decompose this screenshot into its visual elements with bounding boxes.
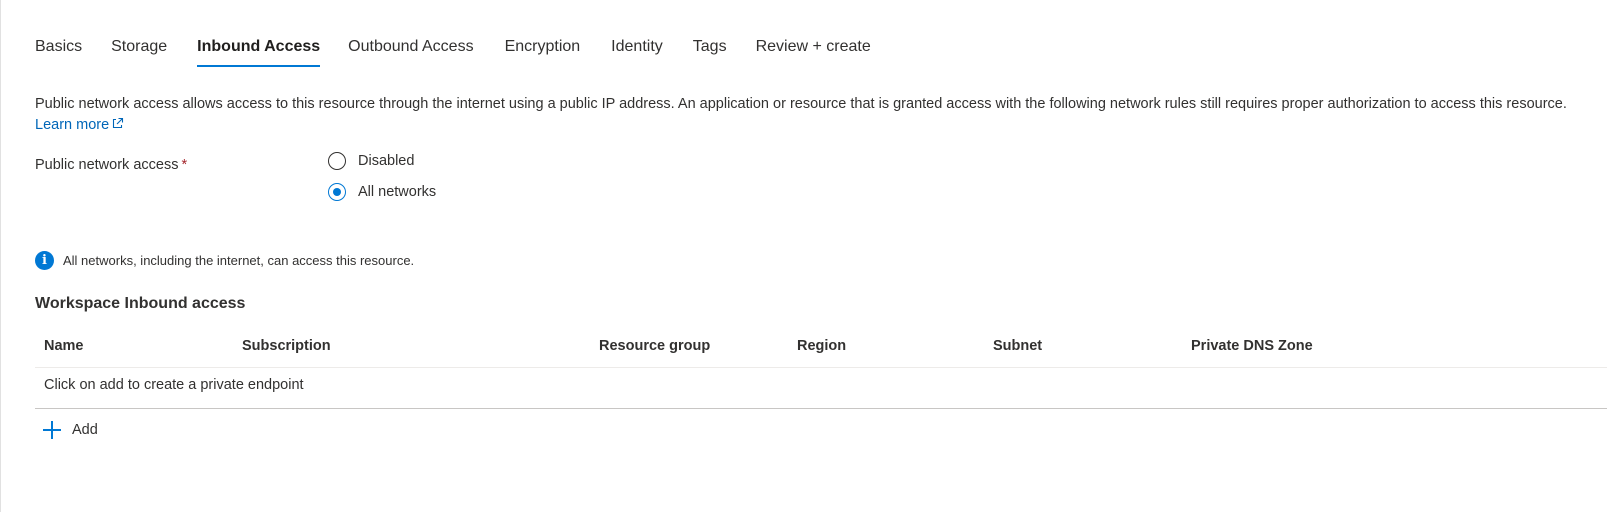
radio-option-all-networks[interactable]: All networks: [328, 181, 436, 203]
empty-row-text: Click on add to create a private endpoin…: [44, 377, 304, 393]
table-header: Name Subscription Resource group Region …: [35, 328, 1607, 368]
required-marker: *: [181, 157, 188, 173]
description: Public network access allows access to t…: [35, 94, 1595, 136]
column-header-region: Region: [797, 338, 847, 354]
section-title: Workspace Inbound access: [35, 295, 246, 312]
tab-label: Inbound Access: [197, 38, 321, 55]
info-text: All networks, including the internet, ca…: [63, 253, 415, 268]
add-button-label: Add: [72, 422, 98, 438]
info-icon: i: [35, 251, 54, 270]
tab-label: Outbound Access: [348, 38, 474, 55]
page: Basics Storage Inbound Access Outbound A…: [0, 0, 1607, 512]
tab-label: Tags: [692, 38, 727, 55]
column-header-subscription: Subscription: [242, 338, 331, 354]
radio-option-disabled[interactable]: Disabled: [328, 150, 436, 172]
tab-label: Storage: [111, 38, 168, 55]
column-header-resource-group: Resource group: [599, 338, 711, 354]
column-header-name: Name: [44, 338, 84, 354]
description-text: Public network access allows access to t…: [35, 96, 1567, 112]
column-header-subnet: Subnet: [993, 338, 1043, 354]
info-message: i All networks, including the internet, …: [35, 251, 414, 270]
tab-encryption[interactable]: Encryption: [505, 36, 581, 68]
learn-more-label: Learn more: [35, 117, 110, 133]
radio-button-disabled[interactable]: [328, 152, 346, 170]
tab-label: Identity: [611, 38, 663, 55]
tab-bar: Basics Storage Inbound Access Outbound A…: [35, 36, 871, 68]
tab-basics[interactable]: Basics: [35, 36, 82, 68]
radio-label-disabled: Disabled: [358, 153, 415, 169]
tab-review-create[interactable]: Review + create: [756, 36, 871, 68]
learn-more-link[interactable]: Learn more: [35, 117, 124, 133]
private-endpoint-table: Name Subscription Resource group Region …: [35, 328, 1607, 409]
add-button[interactable]: Add: [42, 420, 98, 440]
plus-icon: [42, 420, 62, 440]
public-network-access-radio-group: Disabled All networks: [328, 150, 436, 212]
external-link-icon: [113, 117, 124, 129]
table-row: Click on add to create a private endpoin…: [35, 368, 1607, 409]
tab-label: Review + create: [755, 38, 871, 55]
public-network-access-label: Public network access *: [35, 157, 187, 173]
tab-inbound-access[interactable]: Inbound Access: [197, 36, 320, 68]
radio-button-all-networks[interactable]: [328, 183, 346, 201]
column-header-private-dns-zone: Private DNS Zone: [1191, 338, 1313, 354]
tab-label: Basics: [35, 38, 83, 55]
tab-outbound-access[interactable]: Outbound Access: [348, 36, 473, 68]
tab-identity[interactable]: Identity: [611, 36, 663, 68]
tab-tags[interactable]: Tags: [693, 36, 727, 68]
field-label-text: Public network access: [35, 157, 179, 173]
radio-label-all-networks: All networks: [358, 184, 437, 200]
tab-label: Encryption: [504, 38, 581, 55]
left-border: [0, 0, 1, 512]
tab-storage[interactable]: Storage: [111, 36, 167, 68]
